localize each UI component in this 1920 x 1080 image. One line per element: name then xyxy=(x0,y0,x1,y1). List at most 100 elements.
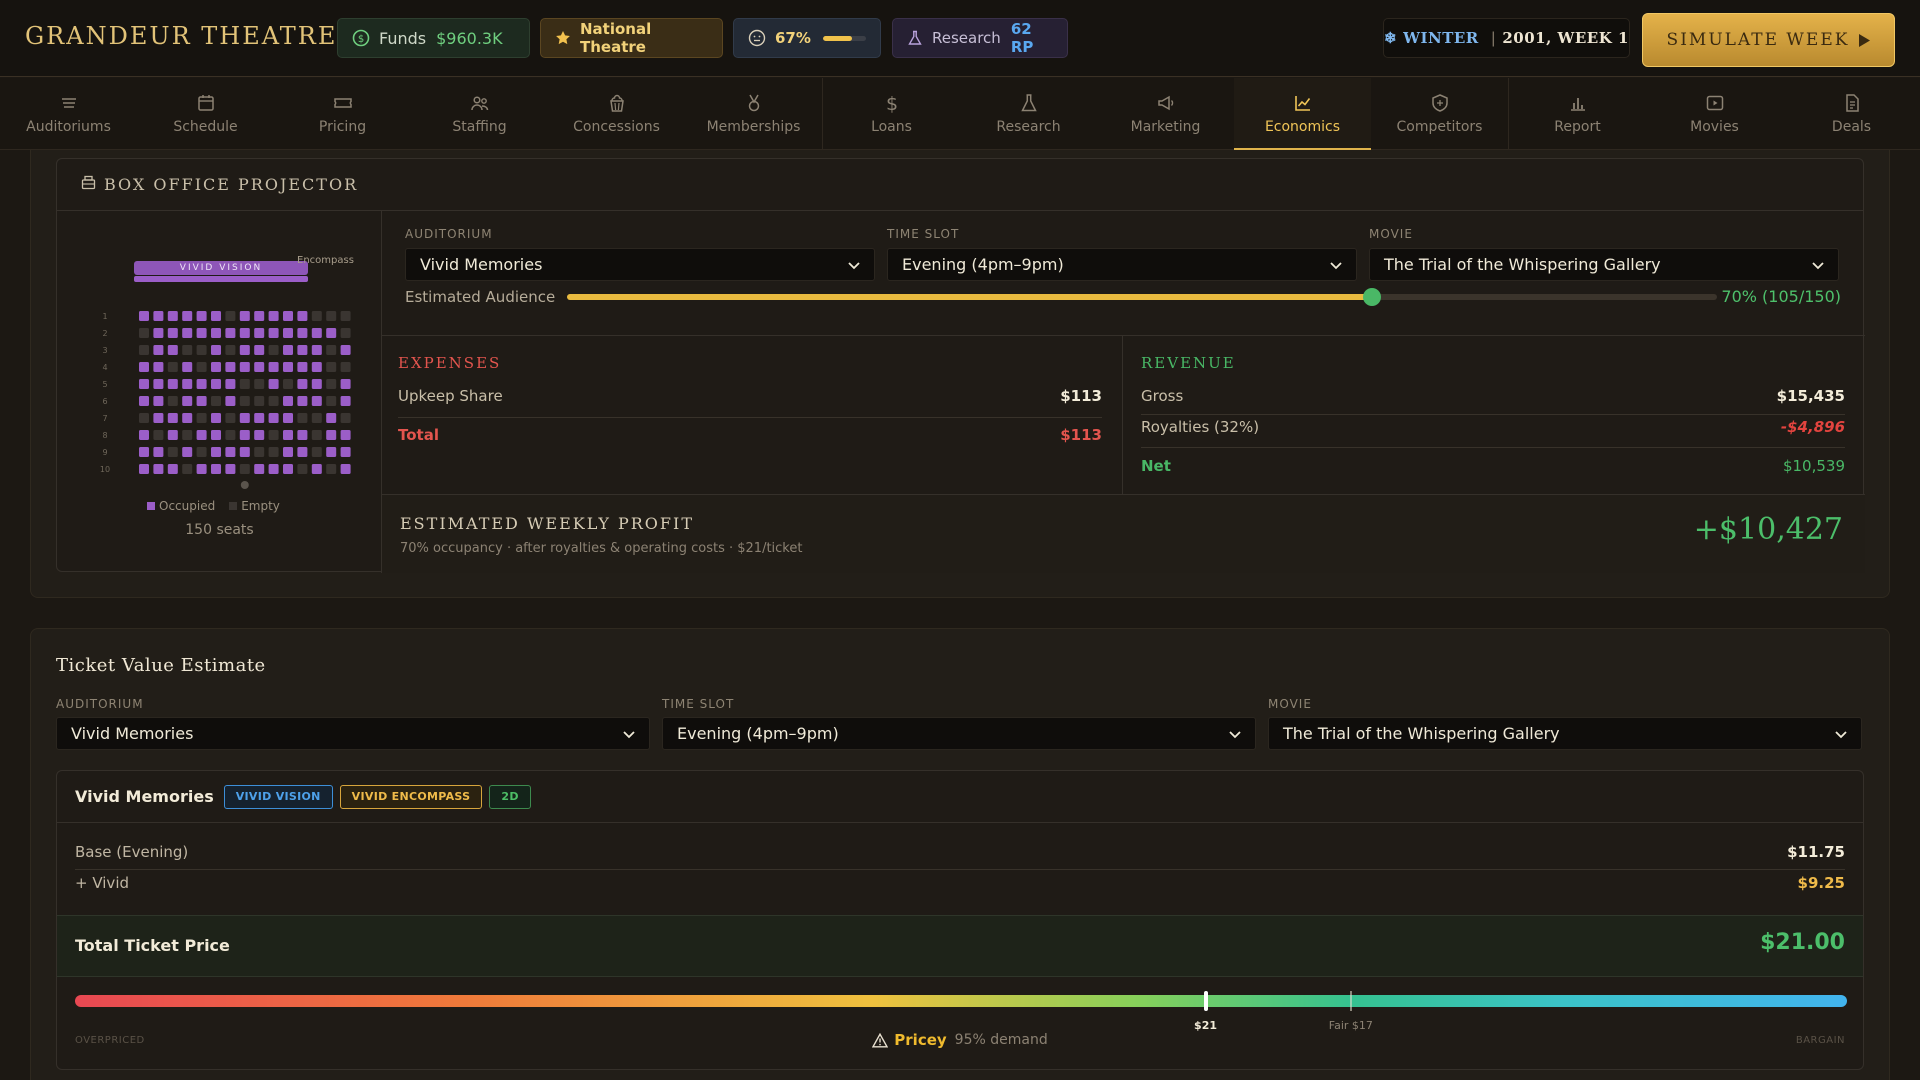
seat-occupied xyxy=(254,345,265,355)
auditorium-select-value: Vivid Memories xyxy=(420,255,543,274)
audience-slider-fill xyxy=(567,294,1372,300)
audience-slider[interactable] xyxy=(567,288,1717,306)
tv-auditorium-select[interactable]: Vivid Memories xyxy=(56,717,650,750)
tab-research[interactable]: Research xyxy=(960,78,1097,150)
rank-label: National Theatre xyxy=(580,20,652,56)
net-value: $10,539 xyxy=(1782,457,1845,475)
date-comma: , xyxy=(1546,29,1558,47)
tab-pricing[interactable]: Pricing xyxy=(274,78,411,150)
seat-empty xyxy=(311,413,322,423)
flask-icon xyxy=(907,30,923,46)
total-price-label: Total Ticket Price xyxy=(75,936,230,955)
upkeep-label: Upkeep Share xyxy=(398,387,503,405)
play-icon xyxy=(1705,91,1725,115)
research-label: Research xyxy=(932,29,1001,47)
tab-staffing[interactable]: Staffing xyxy=(411,78,548,150)
badge-2d: 2D xyxy=(489,784,531,809)
seat-occupied xyxy=(153,345,164,355)
tab-deals[interactable]: Deals xyxy=(1783,78,1920,150)
seat-occupied xyxy=(167,345,178,355)
seat-empty xyxy=(254,379,265,389)
tab-concessions[interactable]: Concessions xyxy=(548,78,685,150)
week-label: WEEK 1 xyxy=(1557,29,1629,47)
revenue-panel: REVENUE Gross $15,435 Royalties (32%) -$… xyxy=(1123,335,1865,494)
seat-row-label: 2 xyxy=(102,329,107,338)
tab-marketing[interactable]: Marketing xyxy=(1097,78,1234,150)
vivid-surcharge-row: + Vivid $9.25 xyxy=(75,874,1845,892)
seat-occupied xyxy=(254,362,265,372)
base-price-row: Base (Evening) $11.75 xyxy=(75,843,1845,861)
tab-memberships[interactable]: Memberships xyxy=(685,78,822,150)
seat-occupied xyxy=(254,464,265,474)
seat-occupied xyxy=(182,413,193,423)
tab-competitors[interactable]: Competitors xyxy=(1371,78,1508,150)
seat-empty xyxy=(326,379,337,389)
seat-empty xyxy=(297,413,308,423)
seat-occupied xyxy=(239,345,250,355)
seat-occupied xyxy=(167,328,178,338)
funds-value: $960.3K xyxy=(436,28,503,48)
timeslot-select-value: Evening (4pm–9pm) xyxy=(902,255,1064,274)
seat-occupied xyxy=(297,345,308,355)
seat-empty xyxy=(211,396,221,406)
tab-loans[interactable]: $ Loans xyxy=(823,78,960,150)
seat-empty xyxy=(254,447,265,457)
tab-auditoriums[interactable]: Auditoriums xyxy=(0,78,137,150)
seat-occupied xyxy=(139,311,149,321)
gross-label: Gross xyxy=(1141,387,1184,405)
seat-occupied xyxy=(167,413,178,423)
movie-control: MOVIE The Trial of the Whispering Galler… xyxy=(1369,227,1839,281)
warning-icon xyxy=(872,1032,889,1048)
seat-occupied xyxy=(225,379,236,389)
tab-label: Economics xyxy=(1264,119,1341,135)
seat-empty xyxy=(196,413,207,423)
seat-empty xyxy=(311,447,322,457)
auditorium-select[interactable]: Vivid Memories xyxy=(405,248,875,281)
tv-movie-select[interactable]: The Trial of the Whispering Gallery xyxy=(1268,717,1862,750)
seat-empty xyxy=(239,464,250,474)
auditorium-name: Vivid Memories xyxy=(75,787,214,806)
seat-count: 150 seats xyxy=(185,522,254,538)
seat-occupied xyxy=(139,447,149,457)
expenses-total-row: Total $113 xyxy=(398,426,1102,444)
seat-occupied xyxy=(297,362,308,372)
seat-occupied xyxy=(167,464,178,474)
net-row: Net $10,539 xyxy=(1141,457,1845,475)
seat-empty xyxy=(225,345,236,355)
seat-occupied xyxy=(196,464,207,474)
seat-occupied xyxy=(211,362,221,372)
timeslot-select[interactable]: Evening (4pm–9pm) xyxy=(887,248,1357,281)
seat-occupied xyxy=(211,430,221,440)
seat-occupied xyxy=(311,379,322,389)
audience-slider-handle[interactable] xyxy=(1363,288,1381,306)
tv-timeslot-select[interactable]: Evening (4pm–9pm) xyxy=(662,717,1256,750)
coin-icon: $ xyxy=(352,29,370,47)
ticket-breakdown-header: Vivid Memories VIVID VISION VIVID ENCOMP… xyxy=(57,771,1863,823)
rank-badge: National Theatre xyxy=(540,18,723,58)
tab-label: Concessions xyxy=(573,119,660,135)
tv-auditorium-label: AUDITORIUM xyxy=(56,697,144,711)
tab-economics[interactable]: Economics xyxy=(1234,78,1371,150)
seat-empty xyxy=(326,396,337,406)
screen-bar xyxy=(134,276,308,282)
chevron-down-icon xyxy=(848,255,860,274)
seat-occupied xyxy=(153,447,164,457)
seat-occupied xyxy=(283,345,293,355)
auditorium-label: AUDITORIUM xyxy=(405,227,493,241)
tab-movies[interactable]: Movies xyxy=(1646,78,1783,150)
tab-report[interactable]: Report xyxy=(1509,78,1646,150)
seat-empty xyxy=(254,396,265,406)
seat-legend: Occupied Empty xyxy=(147,499,280,513)
chevron-down-icon xyxy=(623,724,635,743)
satisfaction-indicator: 67% xyxy=(733,18,881,58)
seat-occupied xyxy=(196,379,207,389)
smiley-icon xyxy=(748,29,766,47)
tab-label: Schedule xyxy=(173,119,238,135)
seat-empty xyxy=(182,464,193,474)
tab-schedule[interactable]: Schedule xyxy=(137,78,274,150)
expenses-divider xyxy=(398,417,1102,418)
expenses-title: EXPENSES xyxy=(398,354,502,372)
movie-select[interactable]: The Trial of the Whispering Gallery xyxy=(1369,248,1839,281)
expenses-total-value: $113 xyxy=(1060,426,1102,444)
simulate-week-button[interactable]: SIMULATE WEEK xyxy=(1642,13,1895,67)
